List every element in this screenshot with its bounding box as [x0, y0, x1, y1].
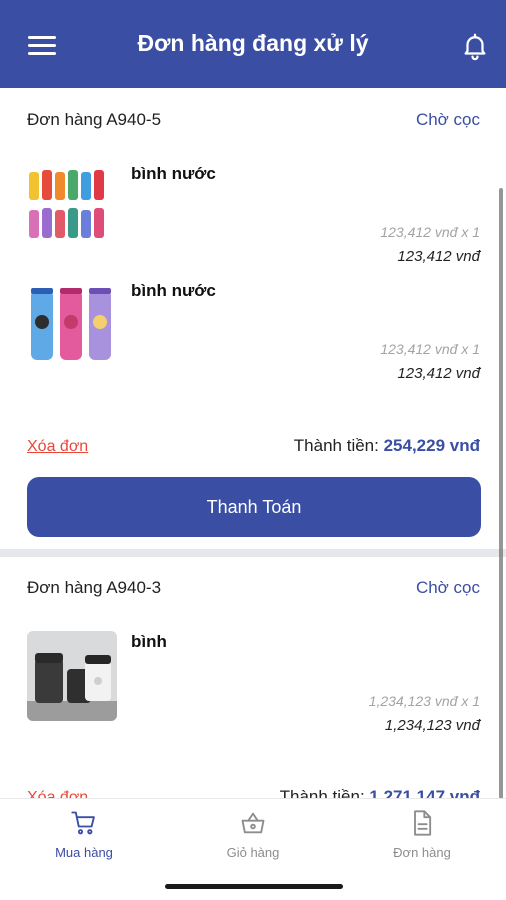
- delete-order-link[interactable]: Xóa đơn: [27, 789, 88, 798]
- order-id: Đơn hàng A940-5: [27, 110, 162, 129]
- tab-label: Giỏ hàng: [226, 845, 280, 860]
- total-value: 254,229 vnđ: [383, 436, 480, 455]
- delete-order-link[interactable]: Xóa đơn: [27, 438, 88, 456]
- order-status: Chờ cọc: [415, 578, 480, 597]
- basket-icon: [241, 812, 265, 834]
- tab-orders[interactable]: Đơn hàng: [338, 809, 506, 869]
- app-header: Đơn hàng đang xử lý: [0, 0, 506, 88]
- cart-icon: [71, 811, 95, 835]
- order-status: Chờ cọc: [415, 110, 480, 129]
- home-indicator[interactable]: [165, 884, 343, 889]
- order-divider: [0, 549, 506, 557]
- order-card: Đơn hàng A940-5 Chờ cọc bình nước 123,41…: [0, 88, 500, 543]
- bell-icon[interactable]: [460, 31, 490, 61]
- product-image[interactable]: [27, 631, 117, 721]
- order-total: Thành tiền: 1,271,147 vnđ: [280, 787, 480, 798]
- product-name[interactable]: bình nước: [131, 281, 216, 301]
- document-icon: [414, 810, 432, 836]
- tab-buy[interactable]: Mua hàng: [0, 809, 168, 869]
- unit-price: 123,412 vnđ x 1: [380, 224, 480, 240]
- product-image[interactable]: [27, 160, 117, 250]
- item-total: 123,412 vnđ: [397, 248, 480, 265]
- scrollbar[interactable]: [499, 188, 503, 798]
- tab-label: Đơn hàng: [393, 845, 451, 860]
- product-image[interactable]: [27, 280, 117, 370]
- pay-button[interactable]: Thanh Toán: [27, 477, 481, 537]
- total-value: 1,271,147 vnđ: [369, 787, 480, 798]
- product-name[interactable]: bình: [131, 632, 167, 652]
- item-total: 123,412 vnđ: [397, 365, 480, 382]
- total-label: Thành tiền:: [293, 436, 379, 455]
- order-card: Đơn hàng A940-3 Chờ cọc bình 1,234,123 v…: [0, 557, 500, 798]
- order-id: Đơn hàng A940-3: [27, 578, 162, 597]
- tab-cart[interactable]: Giỏ hàng: [169, 809, 337, 869]
- unit-price: 123,412 vnđ x 1: [380, 341, 480, 357]
- order-total: Thành tiền: 254,229 vnđ: [294, 436, 480, 456]
- tab-label: Mua hàng: [55, 845, 113, 860]
- item-total: 1,234,123 vnđ: [384, 717, 480, 734]
- total-label: Thành tiền:: [279, 787, 365, 798]
- page-title: Đơn hàng đang xử lý: [137, 30, 369, 56]
- orders-list[interactable]: Đơn hàng A940-5 Chờ cọc bình nước 123,41…: [0, 88, 506, 798]
- product-name[interactable]: bình nước: [131, 164, 216, 184]
- unit-price: 1,234,123 vnđ x 1: [368, 693, 480, 709]
